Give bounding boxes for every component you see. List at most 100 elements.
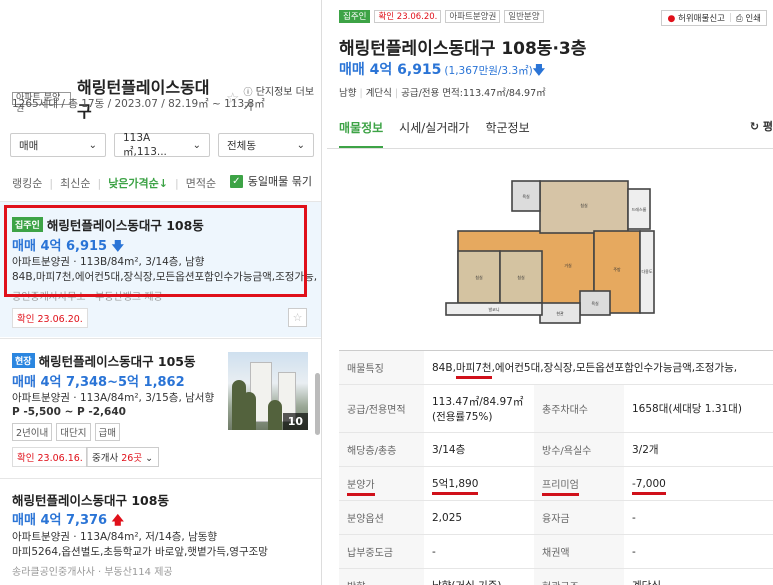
row-key: 해당층/총층: [339, 432, 424, 467]
row-key: 현관구조: [534, 568, 624, 585]
row-value: -: [624, 500, 773, 535]
detail-title: 해링턴플레이스동대구 108동·3층: [339, 39, 587, 59]
row-key: 매물특징: [339, 350, 424, 385]
sort-area[interactable]: 면적순: [186, 175, 216, 191]
room-label: 발코니: [488, 306, 499, 312]
listing-title-text: 해링턴플레이스동대구 105동: [38, 354, 196, 369]
agents-dropdown-button[interactable]: 중개사 26곳 ⌄: [86, 447, 160, 467]
detail-price-text: 매매 4억 6,915: [339, 62, 442, 78]
listing-description: 마피5264,옵션별도,초등학교가 바로앞,햇볕가득,영구조망: [12, 546, 268, 558]
price-down-icon: 🡇: [532, 63, 546, 77]
tab-school-info[interactable]: 학군정보: [485, 119, 529, 148]
premium-value: -7,000: [632, 477, 666, 495]
divider: |: [359, 88, 363, 99]
group-listings-label: 동일매물 묶기: [247, 175, 312, 188]
room-label: 현관: [556, 310, 564, 316]
building-select[interactable]: 전체동 ⌄: [218, 133, 314, 157]
refresh-label: 평: [762, 120, 773, 133]
building-value: 전체동: [227, 139, 256, 152]
table-row: 분양가 5억1,890 프리미엄 -7,000: [339, 466, 773, 501]
row-value: 113.47㎡/84.97㎡(전용률75%): [424, 384, 534, 433]
detail-meta: 남향 | 계단식 | 공급/전용 면적:113.47㎡/84.97㎡: [339, 85, 546, 99]
room-label: 욕실: [591, 300, 599, 306]
row-key: 방향: [339, 568, 424, 585]
group-listings-toggle[interactable]: ✓ 동일매물 묶기: [229, 173, 312, 189]
scrollbar-thumb[interactable]: [315, 373, 320, 435]
tab-price-history[interactable]: 시세/실거래가: [399, 119, 469, 148]
print-label: 인쇄: [745, 14, 761, 24]
divider: |: [49, 176, 54, 190]
table-row: 해당층/총층 3/14층 방수/욕실수 3/2개: [339, 432, 773, 467]
row-value: 계단식: [624, 568, 773, 585]
detail-panel: 집주인 확인 23.06.20. 아파트분양권 일반분양 ● 허위매물신고 | …: [327, 0, 773, 585]
sort-rank[interactable]: 랭킹순: [12, 175, 42, 191]
row-key: 프리미엄: [534, 466, 624, 501]
checkbox-checked-icon: ✓: [229, 174, 243, 188]
divider: |: [394, 88, 399, 99]
listing-agent: 송라클공인중개사사 · 부동산114 제공: [12, 567, 173, 578]
tree-shape: [268, 400, 282, 430]
print-button[interactable]: ⎙ 인쇄: [736, 12, 761, 24]
sort-bar: 랭킹순 | 최신순 | 낮은가격순↓ | 면적순 ✓ 동일매물 묶기: [12, 173, 312, 191]
listing-spec: 아파트분양권 · 113A/84m², 저/14층, 남동향: [12, 531, 218, 543]
entrance-type: 계단식: [365, 88, 392, 99]
listing-card[interactable]: 집주인 해링턴플레이스동대구 108동 매매 4억 6,915 🡇 아파트분양권…: [0, 201, 321, 337]
row-value: -7,000: [624, 466, 773, 501]
listing-title: 해링턴플레이스동대구 108동: [12, 493, 169, 508]
report-button[interactable]: ● 허위매물신고: [667, 12, 724, 24]
complex-info: 1265세대 / 총 17동 / 2023.07 / 82.19㎡ ~ 113.…: [12, 98, 265, 110]
agents-count: 26곳: [121, 453, 143, 464]
listing-card[interactable]: 현장 해링턴플레이스동대구 105동 매매 4억 7,348~5억 1,862 …: [0, 338, 321, 478]
table-row: 방향 남향(거실 기준) 현관구조 계단식: [339, 568, 773, 585]
listing-spec: 아파트분양권 · 113A/84m², 3/15층, 남서향: [12, 392, 215, 404]
tab-listing-info[interactable]: 매물정보: [339, 119, 384, 148]
listing-info-table: 매물특징 84B,마피7천,에어컨5대,장식장,모든옵션포함인수가능금액,조정가…: [339, 350, 773, 585]
area-value: 113A㎡,113...: [123, 131, 167, 158]
listing-price-text: 매매 4억 7,376: [12, 513, 108, 528]
chevron-down-icon: ⌄: [88, 139, 97, 151]
listing-photo[interactable]: 10: [228, 352, 308, 430]
listing-tag: 대단지: [56, 423, 91, 441]
sale-price-key: 분양가: [347, 480, 375, 496]
listing-tags: 2년이내 대단지 급매: [12, 423, 120, 441]
refresh-button[interactable]: ↻ 평: [750, 118, 773, 134]
room-label: 드레스룸: [632, 206, 647, 212]
room-label: 침실: [517, 274, 525, 280]
row-value: 1658대(세대당 1.31대): [624, 384, 773, 433]
sort-low-price-label: 낮은가격순: [108, 177, 159, 190]
listing-card[interactable]: 해링턴플레이스동대구 108동 매매 4억 7,376 🡅 아파트분양권 · 1…: [0, 478, 321, 585]
confirm-date: 확인 23.06.16.: [12, 447, 88, 467]
row-value: -: [624, 534, 773, 569]
area-select[interactable]: 113A㎡,113... ⌄: [114, 131, 210, 158]
room-label: 욕실: [522, 193, 530, 199]
detail-tags: 집주인 확인 23.06.20. 아파트분양권 일반분양: [339, 10, 544, 23]
tree-shape: [242, 392, 256, 430]
sort-latest[interactable]: 최신순: [60, 175, 90, 191]
floor-plan-image[interactable]: 침실 침실 침실 거실 주방 욕실 욕실 드레스룸 발코니 다용도 현관: [440, 161, 663, 333]
row-key: 총주차대수: [534, 384, 624, 433]
refresh-icon: ↻: [749, 120, 760, 133]
site-badge: 현장: [12, 353, 35, 368]
sale-type-badge: 일반분양: [504, 10, 544, 23]
trade-type-select[interactable]: 매매 ⌄: [10, 133, 106, 157]
row-key: 공급/전용면적: [339, 384, 424, 433]
trade-type-value: 매매: [19, 139, 39, 152]
chevron-down-icon: ⌄: [192, 139, 201, 151]
listing-tag: 급매: [94, 423, 120, 441]
room-label: 주방: [613, 266, 621, 272]
detail-price-per-area: (1,367만원/3.3㎡): [444, 65, 533, 77]
chevron-down-icon: ⌄: [296, 139, 305, 151]
detail-tabs: 매물정보 시세/실거래가 학군정보: [327, 111, 773, 149]
row-key: 융자금: [534, 500, 624, 535]
star-icon[interactable]: ☆: [288, 308, 307, 327]
filter-bar: 매매 ⌄ 113A㎡,113... ⌄ 전체동 ⌄: [10, 131, 314, 158]
listing-title: 현장 해링턴플레이스동대구 105동: [12, 351, 196, 370]
type-badge: 아파트분양권: [445, 10, 501, 23]
row-key: 분양가: [339, 466, 424, 501]
divider: |: [728, 13, 732, 23]
sort-low-price[interactable]: 낮은가격순↓: [108, 175, 168, 191]
confirm-date: 확인 23.06.20.: [12, 308, 88, 328]
table-row: 납부중도금 - 채권액 -: [339, 534, 773, 569]
divider: |: [97, 176, 102, 190]
row-value: -: [424, 534, 534, 569]
